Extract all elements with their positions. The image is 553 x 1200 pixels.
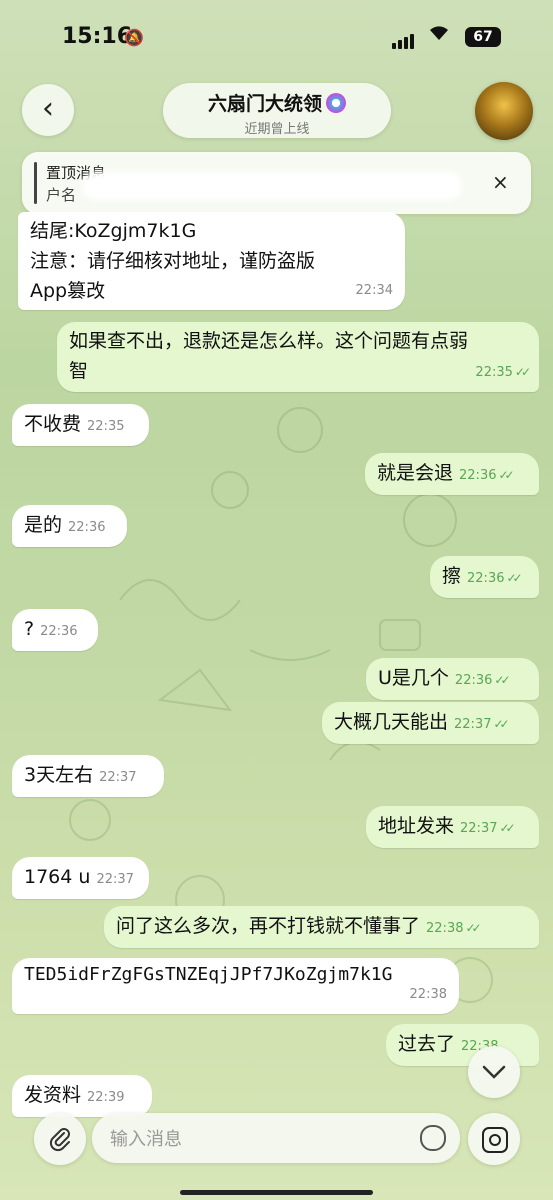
message-time: 22:37 [454,717,492,732]
chat-title: 六扇门大统领 [207,93,322,115]
read-checks-icon: ✓✓ [498,468,514,482]
message-time: 22:34 [355,283,393,298]
message-bubble: 3天左右 22:37 [12,755,164,797]
chat-title-pill[interactable]: 六扇门大统领 近期曾上线 [163,83,391,138]
message-text: ? [24,618,35,640]
message-text: 地址发来 [378,815,455,837]
message-time: 22:36 [467,571,505,586]
message-bubble: 大概几天能出 22:37 ✓✓ [322,702,539,744]
message-bubble: 是的 22:36 [12,505,127,547]
message-text: 如果查不出，退款还是怎么样。这个问题有点弱 [69,330,469,352]
mute-bell-icon: 🔕 [124,28,144,47]
message-time: 22:37 [460,821,498,836]
message-text: 就是会退 [377,462,454,484]
message-time: 22:37 [96,872,134,887]
message-bubble: 擦 22:36 ✓✓ [430,556,539,598]
message-text: App篡改 [30,280,106,302]
message-text: 过去了 [398,1033,456,1055]
message-time: 22:36 [459,468,497,483]
message-input-wrapper[interactable] [92,1113,460,1163]
pinned-redaction [82,172,462,200]
scroll-down-button[interactable] [468,1046,520,1098]
signal-icon [392,30,416,49]
message-text: 3天左右 [24,764,94,786]
message-bubble: 结尾:KoZgjm7k1G 注意：请仔细核对地址，谨防盗版 App篡改 22:3… [18,212,405,310]
message-text: 不收费 [24,413,82,435]
status-time: 15:16 [62,24,133,49]
message-bubble: 问了这么多次，再不打钱就不懂事了 22:38 ✓✓ [104,906,539,948]
message-bubble: 1764 u 22:37 [12,857,149,899]
message-bubble: 地址发来 22:37 ✓✓ [366,806,539,848]
message-text: 注意：请仔细核对地址，谨防盗版 [30,250,316,272]
message-text: 问了这么多次，再不打钱就不懂事了 [116,915,421,937]
message-text: 是的 [24,514,63,536]
composer [0,1100,553,1200]
message-bubble: 如果查不出，退款还是怎么样。这个问题有点弱 智 22:35 ✓✓ [57,322,539,392]
message-time: 22:37 [99,770,137,785]
read-checks-icon: ✓✓ [465,921,481,935]
pinned-message[interactable]: 置顶消息 户名 × [22,152,531,214]
read-checks-icon: ✓✓ [493,717,509,731]
message-time: 22:35 [87,419,125,434]
message-time: 22:36 [40,624,78,639]
sticker-icon[interactable] [420,1125,446,1151]
avatar[interactable] [475,82,533,140]
message-bubble: 不收费 22:35 [12,404,149,446]
status-bar: 15:16 🔕 67 [0,0,553,76]
verified-badge-icon [326,93,346,113]
message-text: TED5idFrZgFGsTNZEqjJPf7JKoZgjm7k1G [24,964,393,985]
message-text: 智 [69,360,89,382]
camera-icon [482,1127,508,1153]
home-indicator [180,1190,373,1195]
read-checks-icon: ✓✓ [499,821,515,835]
message-text: 擦 [442,565,462,587]
message-text: U是几个 [378,667,449,689]
back-button[interactable]: ‹ [22,84,74,136]
message-time: 22:38 [409,987,447,1002]
pinned-text: 户名 [46,186,77,204]
message-bubble: 就是会退 22:36 ✓✓ [365,453,539,495]
message-time: 22:38 [426,921,464,936]
pinned-bar [34,162,37,204]
read-checks-icon: ✓✓ [506,571,522,585]
scroll-down-icon [482,1065,506,1079]
attach-button[interactable] [34,1113,86,1165]
close-icon[interactable]: × [492,170,509,194]
back-icon: ‹ [42,91,54,126]
message-time: 22:36 [454,673,493,688]
message-time: 22:35 [475,365,513,380]
message-bubble: TED5idFrZgFGsTNZEqjJPf7JKoZgjm7k1G 22:38 [12,958,459,1014]
message-text: 大概几天能出 [334,711,449,733]
battery-icon: 67 [465,27,501,47]
message-bubble: ? 22:36 [12,609,98,651]
chat-subtitle: 近期曾上线 [244,122,310,137]
message-text: 1764 u [24,866,91,888]
message-time: 22:36 [68,520,106,535]
read-checks-icon: ✓✓ [494,673,510,687]
camera-button[interactable] [468,1113,520,1165]
message-input[interactable] [108,1124,412,1154]
paperclip-icon [49,1128,70,1152]
message-bubble: U是几个 22:36 ✓✓ [366,658,539,700]
read-checks-icon: ✓✓ [514,365,531,379]
message-text: 结尾:KoZgjm7k1G [30,220,197,242]
wifi-icon [428,22,450,46]
